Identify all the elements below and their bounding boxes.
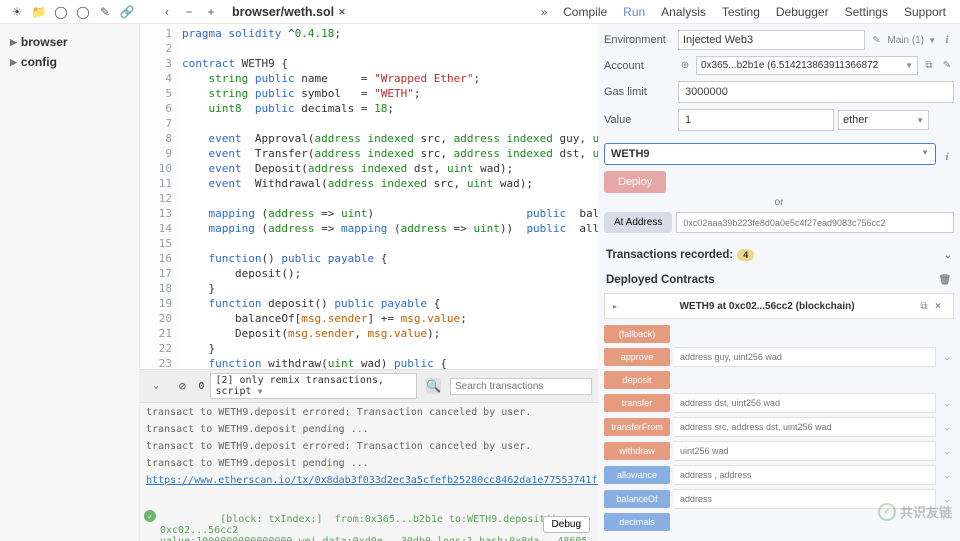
func-decimals-button[interactable]: decimals xyxy=(604,513,670,531)
tab-compile[interactable]: Compile xyxy=(555,1,615,23)
at-address-input[interactable] xyxy=(676,212,954,233)
tx-filter-select[interactable]: [2] only remix transactions, script ▼ xyxy=(210,373,417,399)
tab-run[interactable]: Run xyxy=(615,1,653,23)
func-allowance-input[interactable] xyxy=(674,465,936,485)
export-icon[interactable]: » xyxy=(536,4,552,20)
func-allowance-button[interactable]: allowance xyxy=(604,466,670,484)
etherscan-link[interactable]: https://www.etherscan.io/tx/0x8dab3f033d… xyxy=(146,475,598,486)
tx-block-info: [block: txIndex:] from:0x365...b2b1e to:… xyxy=(160,514,587,541)
folder-icon[interactable]: 📁 xyxy=(31,4,47,20)
plus-circle-icon[interactable]: ⊕ xyxy=(678,59,692,73)
contract-select[interactable]: WETH9▼ xyxy=(604,143,936,165)
func-deposit-button[interactable]: deposit xyxy=(604,371,670,389)
tab-settings[interactable]: Settings xyxy=(837,1,896,23)
folder-browser[interactable]: ▶browser xyxy=(4,32,135,52)
terminal-line: transact to WETH9.deposit pending ... xyxy=(146,458,592,469)
at-address-button[interactable]: At Address xyxy=(604,212,672,233)
network-badge: Main (1) xyxy=(887,35,924,46)
tab-debugger[interactable]: Debugger xyxy=(768,1,837,23)
terminal-line: transact to WETH9.deposit pending ... xyxy=(146,424,592,435)
watermark: ✓共识友链 xyxy=(878,502,952,521)
run-panel: Environment Injected Web3 ✎ Main (1) ▼ i… xyxy=(598,24,960,541)
debug-button[interactable]: Debug xyxy=(543,516,590,533)
tab-support[interactable]: Support xyxy=(896,1,954,23)
func-withdraw-button[interactable]: withdraw xyxy=(604,442,670,460)
contract-instance[interactable]: ▸ WETH9 at 0xc02...56cc2 (blockchain) ⧉ … xyxy=(604,293,954,319)
link-icon[interactable]: 🔗 xyxy=(119,4,135,20)
func-approve-input[interactable] xyxy=(674,347,936,367)
func-transfer-input[interactable] xyxy=(674,393,936,413)
gas-input[interactable] xyxy=(678,81,954,103)
code-editor[interactable]: 123▾45678910111213141516▾171819▾20212223… xyxy=(140,24,598,369)
deploy-button[interactable]: Deploy xyxy=(604,171,666,193)
compose-icon[interactable]: ✎ xyxy=(97,4,113,20)
tx-count-badge: 4 xyxy=(737,249,754,261)
deployed-header: Deployed Contracts 🗑 xyxy=(604,267,954,293)
edit-icon[interactable]: ✎ xyxy=(940,59,954,73)
search-input[interactable] xyxy=(450,378,592,395)
func-withdraw-input[interactable] xyxy=(674,441,936,461)
close-icon[interactable]: × xyxy=(338,4,346,19)
chevron-down-icon[interactable]: ⌄ xyxy=(149,378,163,394)
caret-icon: ▶ xyxy=(10,57,17,68)
func-transferFrom-input[interactable] xyxy=(674,417,936,437)
github-icon[interactable]: ◯ xyxy=(75,4,91,20)
terminal-output[interactable]: transact to WETH9.deposit errored: Trans… xyxy=(140,403,598,541)
unit-select[interactable]: ether▼ xyxy=(838,110,929,130)
tab-analysis[interactable]: Analysis xyxy=(653,1,714,23)
tab-testing[interactable]: Testing xyxy=(714,1,768,23)
func-approve-button[interactable]: approve xyxy=(604,348,670,366)
env-select[interactable]: Injected Web3 xyxy=(678,30,865,50)
gas-label: Gas limit xyxy=(604,86,674,98)
pencil-icon[interactable]: ✎ xyxy=(869,33,883,47)
chevron-down-icon[interactable]: ⌄ xyxy=(940,470,954,481)
copy-icon[interactable]: ⧉ xyxy=(917,299,931,313)
plus-icon[interactable]: + xyxy=(203,4,219,20)
caret-icon: ▶ xyxy=(10,37,17,48)
search-icon[interactable]: 🔍 xyxy=(426,378,441,394)
github-icon[interactable]: ◯ xyxy=(53,4,69,20)
value-input[interactable] xyxy=(678,109,834,131)
chevron-down-icon[interactable]: ⌄ xyxy=(940,446,954,457)
pending-count: 0 xyxy=(198,381,204,392)
close-icon[interactable]: × xyxy=(931,299,945,313)
chevron-down-icon[interactable]: ⌄ xyxy=(940,422,954,433)
minus-icon[interactable]: − xyxy=(181,4,197,20)
terminal-panel: ⌄ ⊘ 0 [2] only remix transactions, scrip… xyxy=(140,369,598,541)
file-tab-label: browser/weth.sol xyxy=(232,5,334,19)
info-icon[interactable]: i xyxy=(940,33,954,47)
chevron-down-icon[interactable]: ⌄ xyxy=(944,250,952,261)
terminal-line: transact to WETH9.deposit errored: Trans… xyxy=(146,441,592,452)
func-transferFrom-button[interactable]: transferFrom xyxy=(604,418,670,436)
value-label: Value xyxy=(604,114,674,126)
folder-config[interactable]: ▶config xyxy=(4,52,135,72)
func-balanceOf-button[interactable]: balanceOf xyxy=(604,490,670,508)
terminal-line: transact to WETH9.deposit errored: Trans… xyxy=(146,407,592,418)
file-explorer: ▶browser▶config xyxy=(0,24,140,541)
chevron-left-icon[interactable]: ‹ xyxy=(159,4,175,20)
func-transfer-button[interactable]: transfer xyxy=(604,394,670,412)
copy-icon[interactable]: ⧉ xyxy=(922,59,936,73)
trash-icon[interactable]: 🗑 xyxy=(938,273,952,287)
account-label: Account xyxy=(604,60,674,72)
file-tab[interactable]: browser/weth.sol × xyxy=(226,2,352,21)
check-icon: ✓ xyxy=(144,510,156,522)
account-select[interactable]: 0x365...b2b1e (6.514213863911366872▼ xyxy=(696,56,918,75)
or-text: or xyxy=(604,197,954,208)
func-fallback-button[interactable]: (fallback) xyxy=(604,325,670,343)
sun-icon[interactable]: ☀ xyxy=(9,4,25,20)
chevron-down-icon[interactable]: ⌄ xyxy=(940,398,954,409)
tx-recorded-header[interactable]: Transactions recorded: 4 ⌄ xyxy=(604,243,954,267)
chevron-down-icon[interactable]: ⌄ xyxy=(940,352,954,363)
env-label: Environment xyxy=(604,34,674,46)
info-icon[interactable]: i xyxy=(940,150,954,164)
ban-icon[interactable]: ⊘ xyxy=(175,378,189,394)
